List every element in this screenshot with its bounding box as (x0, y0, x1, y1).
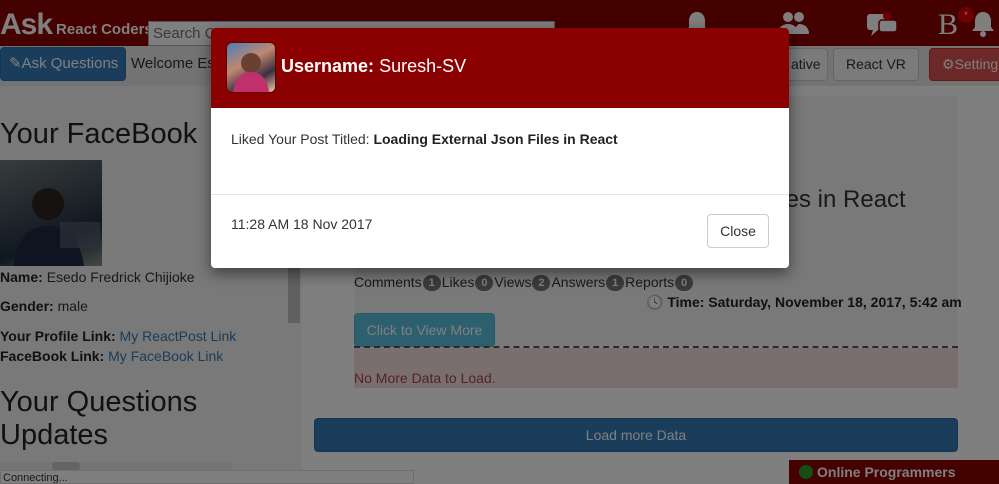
liked-post-title: Loading External Json Files in React (373, 131, 618, 147)
username-value: Suresh-SV (379, 56, 467, 76)
username-label: Username: (281, 56, 375, 76)
modal-footer-divider (211, 194, 789, 195)
modal-username: Username: Suresh-SV (281, 56, 466, 77)
notification-modal: Username: Suresh-SV Liked Your Post Titl… (211, 28, 789, 268)
user-avatar (226, 42, 276, 93)
modal-message: Liked Your Post Titled: Loading External… (231, 131, 618, 147)
modal-timestamp: 11:28 AM 18 Nov 2017 (231, 216, 373, 232)
close-button[interactable]: Close (707, 214, 769, 248)
message-prefix: Liked Your Post Titled: (231, 131, 370, 147)
